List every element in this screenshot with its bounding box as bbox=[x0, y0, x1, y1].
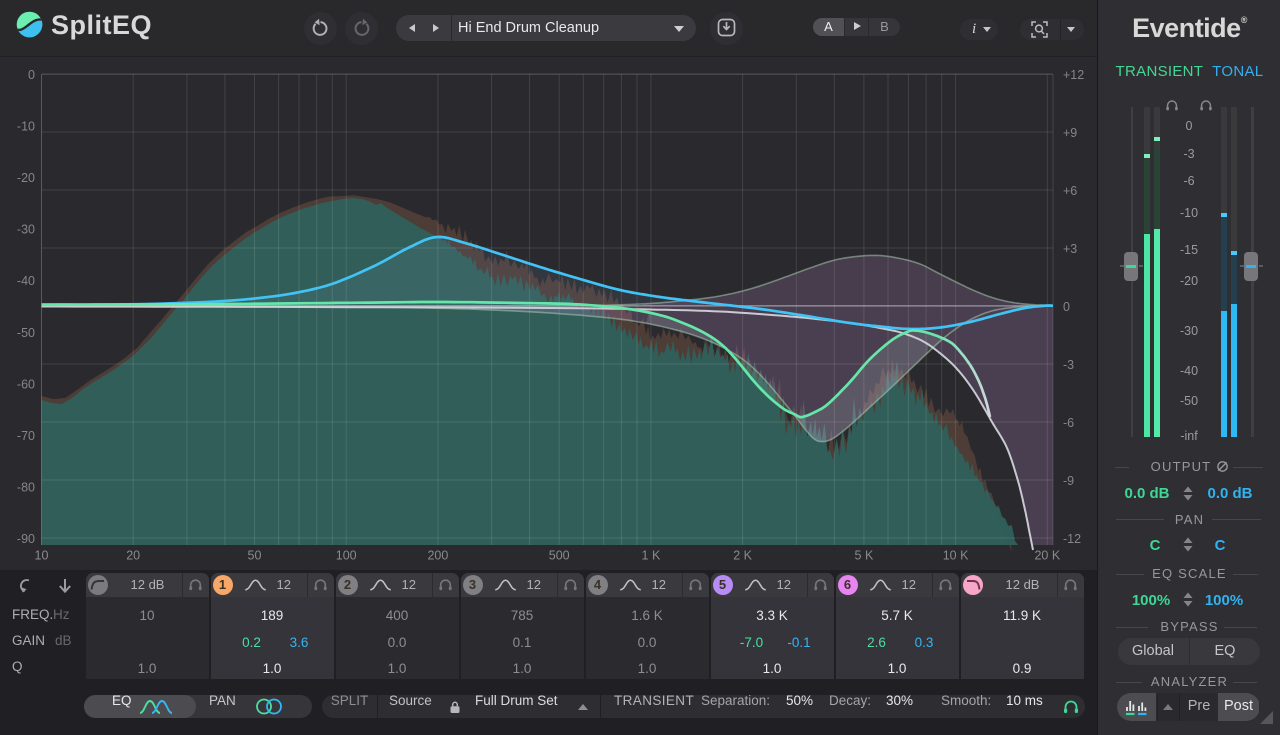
svg-text:-6: -6 bbox=[1063, 416, 1074, 430]
svg-text:5 K: 5 K bbox=[855, 549, 874, 563]
svg-text:+6: +6 bbox=[1063, 184, 1077, 198]
svg-text:-50: -50 bbox=[17, 326, 35, 340]
svg-text:+3: +3 bbox=[1063, 242, 1077, 256]
svg-text:-40: -40 bbox=[17, 274, 35, 288]
svg-text:+9: +9 bbox=[1063, 126, 1077, 140]
svg-text:0: 0 bbox=[1063, 300, 1070, 314]
svg-text:-12: -12 bbox=[1063, 532, 1081, 546]
svg-text:200: 200 bbox=[427, 549, 448, 563]
svg-text:-9: -9 bbox=[1063, 474, 1074, 488]
svg-text:100: 100 bbox=[336, 549, 357, 563]
svg-text:10 K: 10 K bbox=[943, 549, 969, 563]
svg-text:1 K: 1 K bbox=[642, 549, 661, 563]
svg-text:-80: -80 bbox=[17, 480, 35, 494]
svg-text:-70: -70 bbox=[17, 429, 35, 443]
svg-text:0: 0 bbox=[28, 68, 35, 82]
svg-text:-10: -10 bbox=[17, 120, 35, 134]
svg-text:-90: -90 bbox=[17, 532, 35, 546]
svg-text:20 K: 20 K bbox=[1034, 549, 1060, 563]
svg-text:-3: -3 bbox=[1063, 358, 1074, 372]
svg-text:500: 500 bbox=[549, 549, 570, 563]
svg-text:50: 50 bbox=[248, 549, 262, 563]
svg-text:2 K: 2 K bbox=[733, 549, 752, 563]
svg-text:20: 20 bbox=[126, 549, 140, 563]
svg-text:+12: +12 bbox=[1063, 68, 1084, 82]
svg-text:-20: -20 bbox=[17, 171, 35, 185]
svg-text:10: 10 bbox=[35, 549, 49, 563]
svg-text:-30: -30 bbox=[17, 223, 35, 237]
svg-text:-60: -60 bbox=[17, 377, 35, 391]
